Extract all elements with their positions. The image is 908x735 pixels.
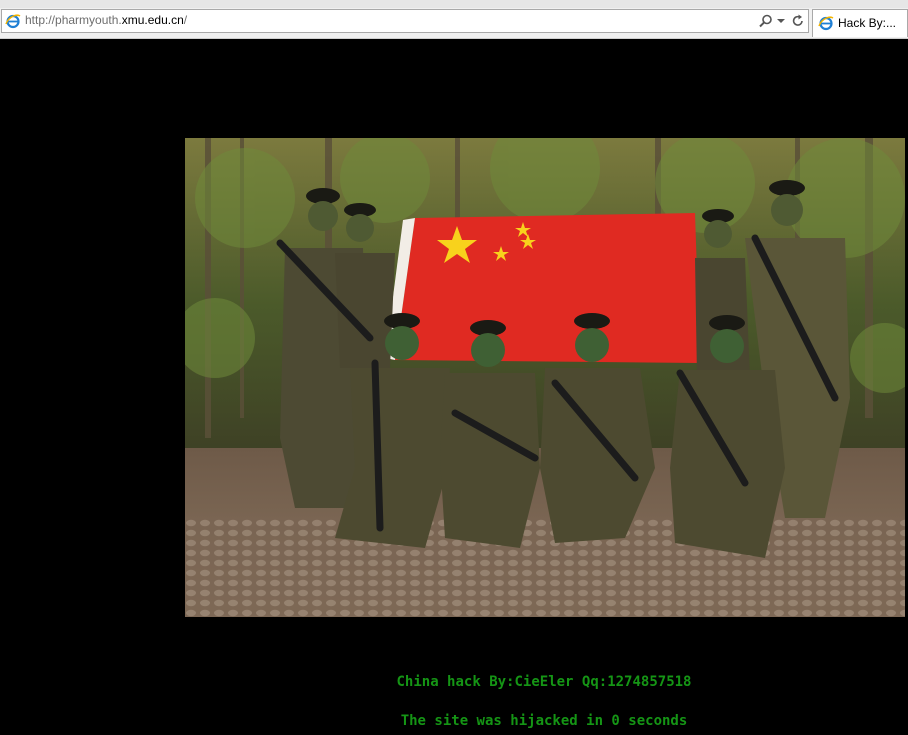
ie-logo-icon (818, 16, 834, 31)
address-bar[interactable]: http://pharmyouth.xmu.edu.cn/ (1, 9, 809, 33)
tab-hack-by[interactable]: Hack By:... (812, 9, 908, 37)
hijack-message-text: The site was hijacked in 0 seconds (400, 713, 688, 729)
tab-label: Hack By:... (838, 16, 897, 30)
url-text[interactable]: http://pharmyouth.xmu.edu.cn/ (25, 13, 187, 27)
ie-logo-icon (5, 14, 21, 29)
soldiers-with-flag-photo (185, 138, 905, 617)
window-top-strip (0, 0, 908, 8)
dropdown-arrow-icon[interactable] (773, 13, 789, 29)
refresh-icon[interactable] (790, 13, 806, 29)
hacker-signature-text: China hack By:CieEler Qq:1274857518 (396, 674, 692, 690)
search-icon[interactable] (758, 13, 774, 29)
browser-chrome: http://pharmyouth.xmu.edu.cn/ Hack By:..… (0, 0, 908, 39)
flag-graphic (385, 213, 700, 363)
photo-illustration (185, 138, 905, 617)
